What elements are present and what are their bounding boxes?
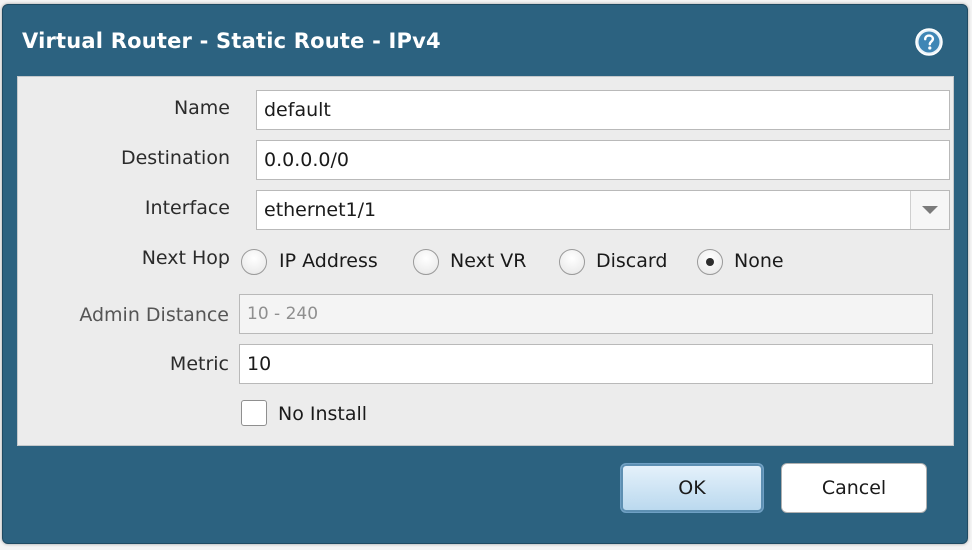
metric-label: Metric — [169, 353, 229, 375]
radio-none-label[interactable]: None — [734, 248, 784, 274]
radio-next-vr[interactable] — [413, 249, 439, 275]
interface-select[interactable]: ethernet1/1 — [256, 190, 950, 230]
next-hop-label: Next Hop — [141, 247, 230, 269]
name-input[interactable]: default — [256, 90, 950, 130]
radio-none[interactable] — [697, 249, 723, 275]
destination-label: Destination — [120, 147, 230, 169]
cancel-button[interactable]: Cancel — [781, 463, 927, 513]
radio-discard-label[interactable]: Discard — [596, 248, 667, 274]
admin-distance-input[interactable]: 10 - 240 — [239, 294, 933, 334]
interface-value: ethernet1/1 — [264, 199, 377, 221]
metric-input[interactable]: 10 — [239, 344, 933, 384]
no-install-label[interactable]: No Install — [278, 401, 367, 427]
radio-ip-address[interactable] — [241, 249, 267, 275]
chevron-down-icon[interactable] — [910, 191, 949, 229]
no-install-checkbox[interactable] — [241, 400, 267, 426]
destination-input[interactable]: 0.0.0.0/0 — [256, 140, 950, 180]
radio-next-vr-label[interactable]: Next VR — [450, 248, 527, 274]
admin-distance-label: Admin Distance — [79, 304, 229, 326]
radio-discard[interactable] — [559, 249, 585, 275]
ok-button[interactable]: OK — [620, 463, 764, 513]
name-label: Name — [173, 97, 230, 119]
interface-label: Interface — [144, 197, 230, 219]
radio-ip-address-label[interactable]: IP Address — [279, 248, 378, 274]
static-route-dialog: Virtual Router - Static Route - IPv4 Nam… — [2, 4, 968, 544]
dialog-title: Virtual Router - Static Route - IPv4 — [22, 29, 441, 53]
help-icon[interactable] — [914, 27, 944, 57]
